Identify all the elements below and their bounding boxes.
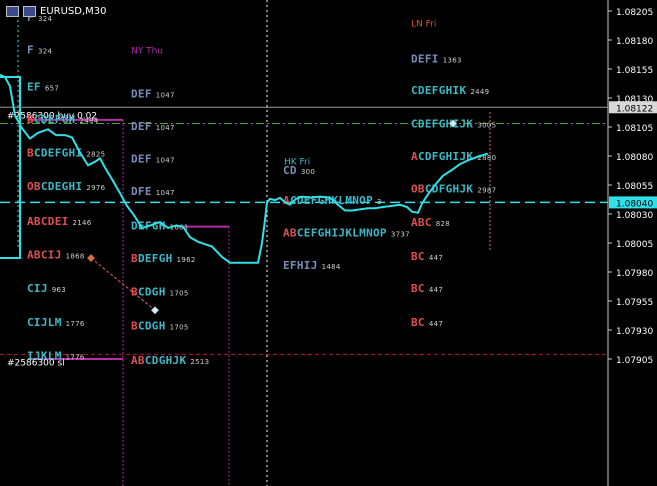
tpo-row-count: 2987 [477,186,496,194]
tpo-row-accent: B [131,252,138,265]
tpo-row-letters: IJKLM [27,350,62,363]
tpo-row-accent: A [411,150,418,163]
tpo-row-letters: CDGH [138,319,166,332]
tpo-row-count: 2449 [470,88,489,96]
price-chart[interactable]: #2586300 buy 0.02#2586300 slF 324F 324EF 65… [0,0,657,486]
y-tick-label: 1.08155 [616,66,653,76]
tpo-row-count: 447 [429,286,443,294]
tpo-row-accent: OB [411,182,425,195]
tpo-row-letters: DEF [131,120,152,133]
session-label: NY Thu [131,46,163,56]
tpo-row-count: 657 [45,84,59,92]
tpo-row-accent: B [27,113,34,126]
tpo-row-accent: B [131,286,138,299]
tpo-row-count: 2513 [190,358,209,366]
tpo-row-count: 1484 [322,263,341,271]
tpo-row-letters: DFE [131,185,152,198]
tpo-row-accent: B [131,319,138,332]
y-tick-label: 1.07930 [616,327,653,337]
tpo-row-count: 1868 [66,253,85,261]
tpo-row-letters: BC [411,316,425,329]
tpo-row-count: 3 [377,198,382,206]
tpo-row-accent: B [27,147,34,160]
symbol-timeframe: EURUSD,M30 [40,6,107,17]
tpo-row-count: 1962 [177,256,196,264]
chart-icon[interactable] [23,6,36,17]
y-tick-label: 1.08005 [616,240,653,250]
tpo-row-letters: BC [411,282,425,295]
tpo-row-count: 1047 [156,124,175,132]
tpo-row-letters: DEFGH [138,252,173,265]
tpo-row-count: 3005 [477,122,496,130]
tpo-row-count: 1776 [66,354,85,362]
tpo-row-letters: F [27,43,34,56]
tpo-row-letters: CDEFGHIJK [411,118,473,131]
price-label-text: 1.08122 [616,104,653,114]
tpo-row-count: 2825 [86,151,105,159]
tpo-row-count: 828 [436,220,450,228]
chart-background [0,0,657,486]
y-tick-label: 1.08030 [616,211,653,221]
tpo-row-count: 300 [301,168,315,176]
y-tick-label: 1.07955 [616,298,653,308]
tpo-row-count: 2976 [86,184,105,192]
session-label: HK Fri [284,158,310,168]
tpo-row-letters: CDGHJK [145,354,187,367]
tpo-row-letters: DEFI [411,53,439,66]
tpo-row-count: 447 [429,320,443,328]
y-tick-label: 1.08180 [616,37,653,47]
tpo-row-count: 963 [52,286,66,294]
y-tick-label: 1.07980 [616,269,653,279]
tpo-row-letters: CDEFGHIK [411,84,466,97]
tpo-row-count: 1363 [443,57,462,65]
tpo-row-count: 447 [429,254,443,262]
tpo-row-letters: CDEGHI [41,180,83,193]
chart-title-bar: EURUSD,M30 [6,6,106,17]
tpo-row-letters: CDEFGH [34,113,76,126]
tpo-row-count: 3737 [391,231,410,239]
tpo-row-count: 2484 [79,117,98,125]
tpo-row-accent: AB [131,354,145,367]
tpo-row-letters: BC [411,250,425,263]
y-tick-label: 1.08205 [616,8,653,18]
tpo-row-letters: ABC [411,216,432,229]
tpo-row-accent: OB [27,180,41,193]
window-icon[interactable] [6,6,19,17]
tpo-row-letters: ABCDEI [27,215,69,228]
tpo-row-letters: EF [27,80,41,93]
tpo-row-count: 2146 [73,219,92,227]
tpo-row-count: 1047 [156,91,175,99]
tpo-row-count: 1047 [156,156,175,164]
price-label-text: 1.08040 [616,199,653,209]
tpo-row-count: 1705 [170,290,189,298]
tpo-row-count: 1705 [170,323,189,331]
y-tick-label: 1.07905 [616,356,653,366]
tpo-row-letters: DEF [131,87,152,100]
tpo-row-letters: DEF [131,152,152,165]
tpo-row-letters: CDEFGHI [34,147,82,160]
session-label: LN Fri [411,20,436,30]
y-tick-label: 1.08080 [616,153,653,163]
y-tick-label: 1.08055 [616,182,653,192]
tpo-row-letters: EFHIJ [283,259,318,272]
tpo-row-letters: CIJ [27,282,48,295]
y-tick-label: 1.08105 [616,124,653,134]
tpo-row-letters: CDGH [138,286,166,299]
tpo-row-count: 1047 [156,189,175,197]
tpo-row-count: 324 [38,47,53,55]
tpo-row-letters: CEFGHIJKLMNOP [297,227,387,240]
tpo-row-accent: AB [283,227,297,240]
tpo-row-letters: ABCIJ [27,249,62,262]
tpo-row-count: 1776 [66,320,85,328]
tpo-row-letters: CIJLM [27,316,62,329]
